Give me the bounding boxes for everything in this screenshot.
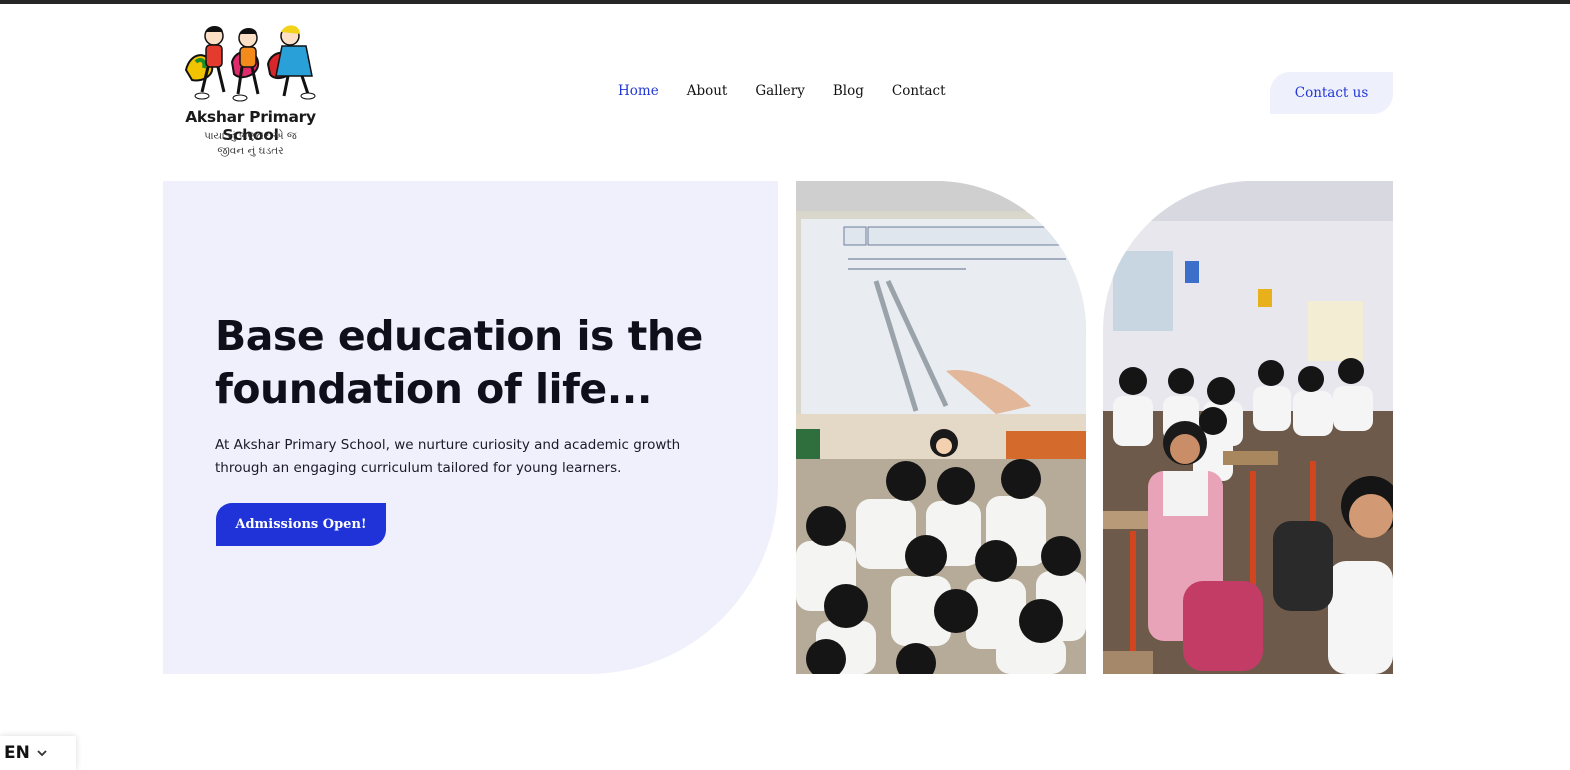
hero-panel <box>163 181 778 674</box>
nav-gallery[interactable]: Gallery <box>755 83 805 99</box>
language-code: EN <box>4 743 30 763</box>
students-classroom-photo <box>1103 181 1393 674</box>
hero-title: Base education is the foundation of life… <box>215 310 755 416</box>
logo-illustration <box>184 25 316 102</box>
top-bar <box>0 0 1570 4</box>
school-tagline-line2: જીવન નું ઘડતર <box>217 145 284 157</box>
nav-home[interactable]: Home <box>618 83 659 99</box>
hero-title-line1: Base education is the <box>215 312 703 360</box>
nav-blog[interactable]: Blog <box>833 83 864 99</box>
language-selector[interactable]: EN <box>0 736 76 770</box>
hero-title-line2: foundation of life... <box>215 365 652 413</box>
main-nav: Home About Gallery Blog Contact <box>618 83 974 99</box>
admissions-open-button[interactable]: Admissions Open! <box>216 503 386 546</box>
chevron-down-icon <box>37 750 47 757</box>
school-tagline-line1: પાયા નું ભણતર એ જ <box>204 130 297 142</box>
hero-description: At Akshar Primary School, we nurture cur… <box>215 437 681 476</box>
nav-contact[interactable]: Contact <box>892 83 946 99</box>
nav-about[interactable]: About <box>687 83 728 99</box>
school-logo[interactable]: Akshar Primary School પાયા નું ભણતર એ જ … <box>168 20 333 165</box>
contact-us-button[interactable]: Contact us <box>1270 72 1393 114</box>
classroom-projector-photo <box>796 181 1086 674</box>
